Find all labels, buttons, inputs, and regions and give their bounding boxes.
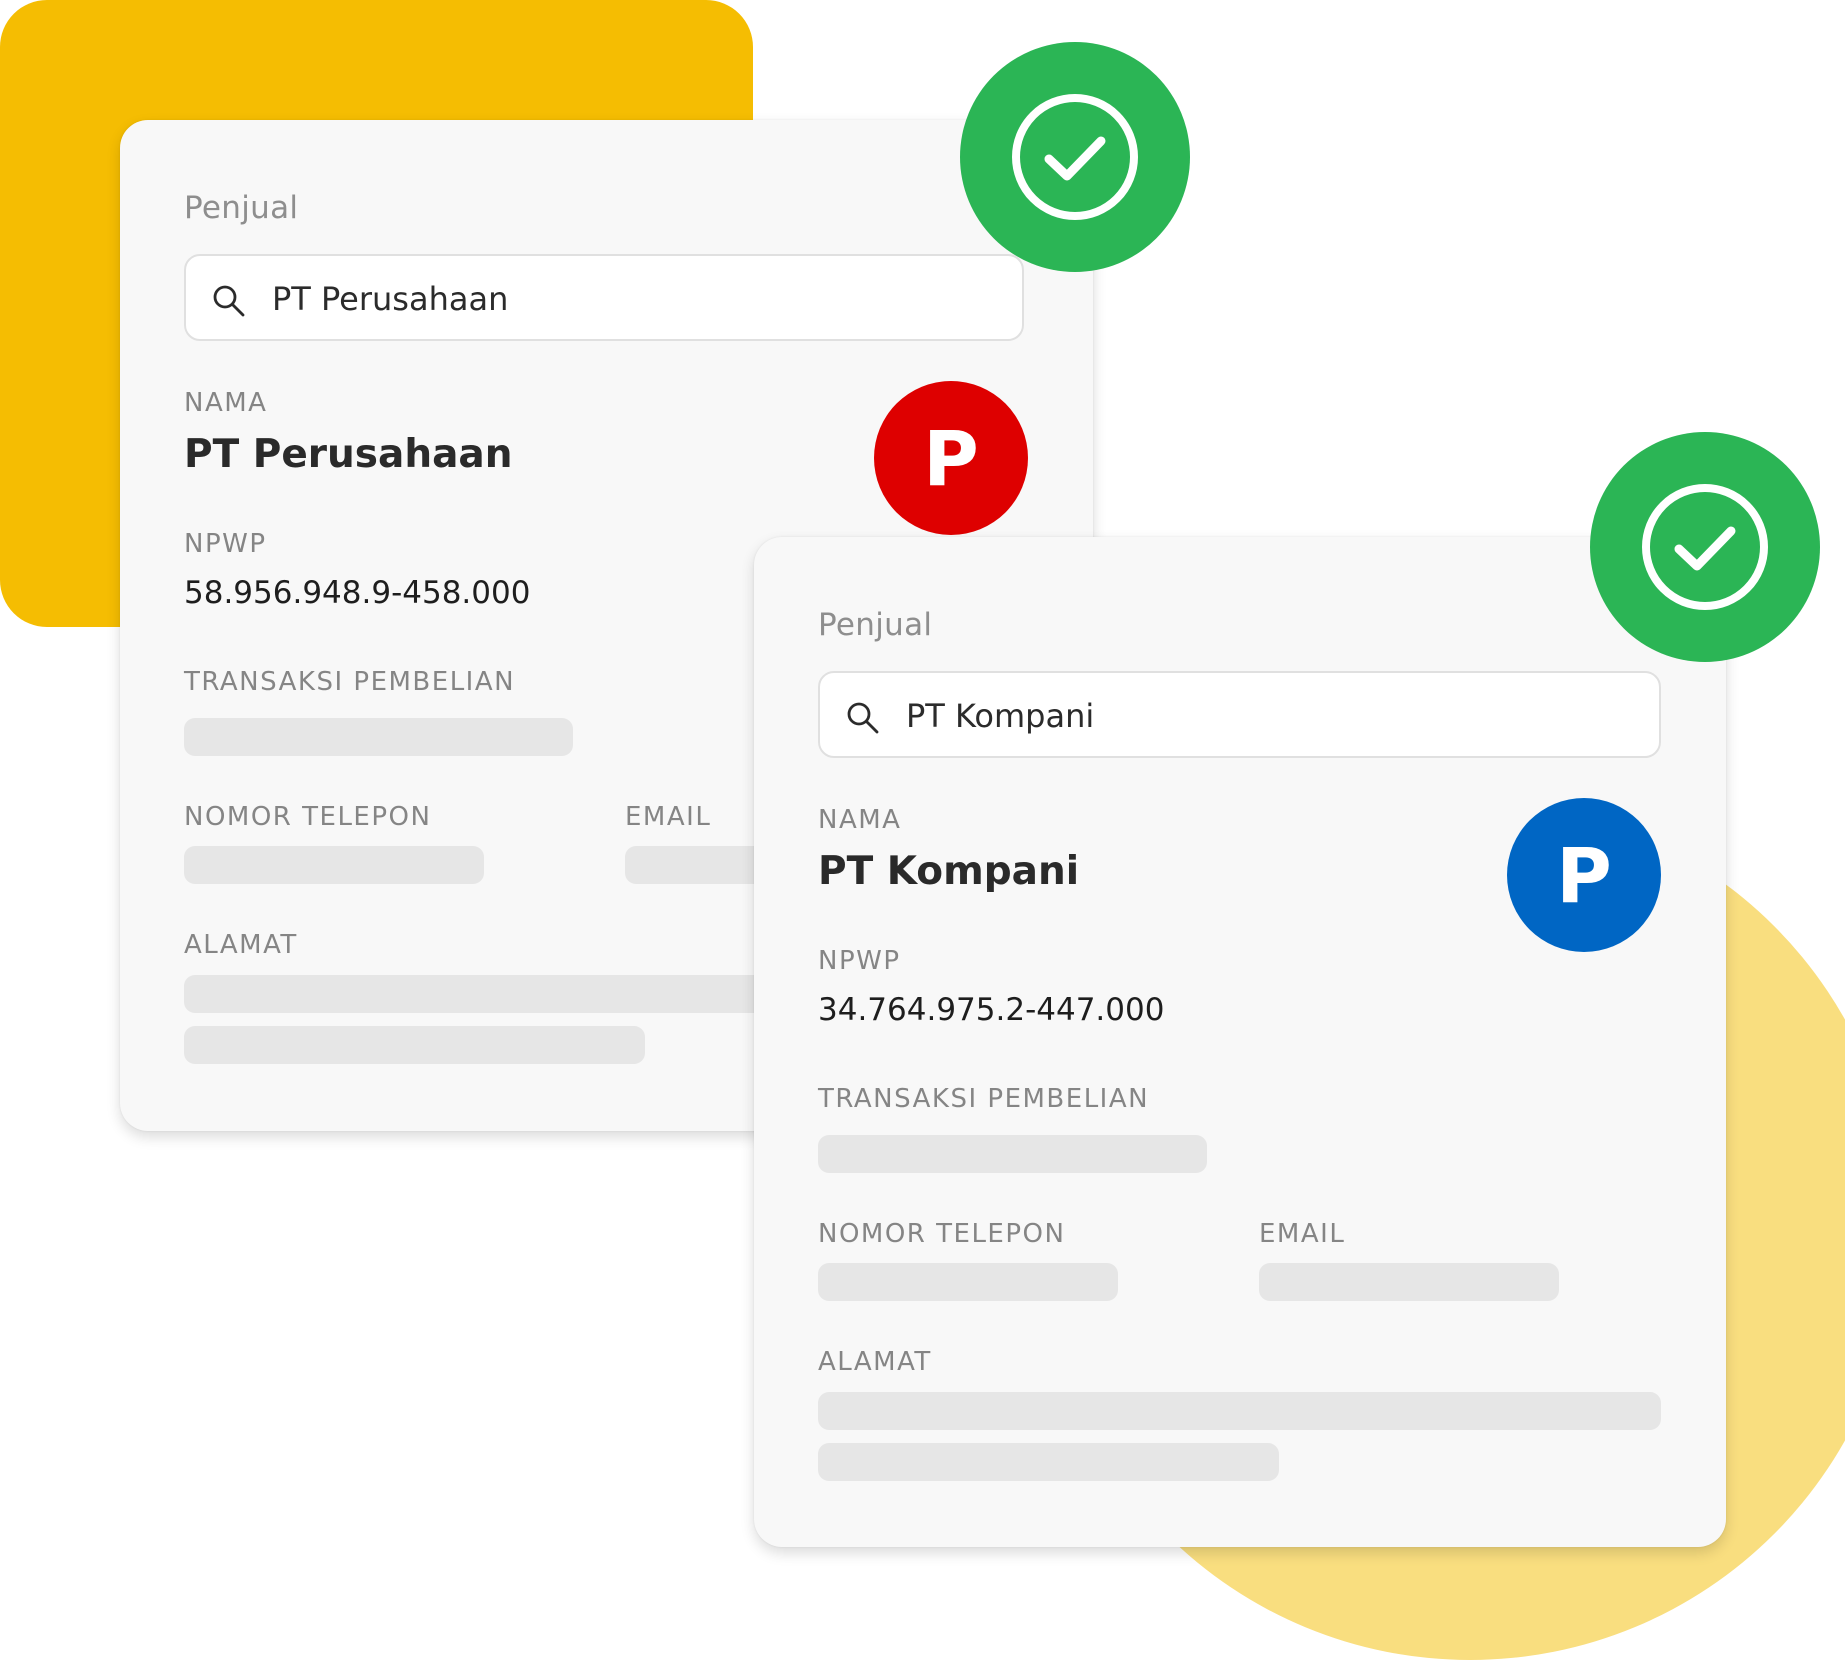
seller-search-field[interactable]: PT Perusahaan bbox=[184, 254, 1024, 341]
email-label: EMAIL bbox=[625, 802, 712, 832]
alamat-label: ALAMAT bbox=[818, 1347, 932, 1377]
transaksi-label: TRANSAKSI PEMBELIAN bbox=[818, 1084, 1150, 1114]
npwp-label: NPWP bbox=[184, 529, 267, 559]
npwp-value: 58.956.948.9-458.000 bbox=[184, 575, 531, 611]
npwp-value: 34.764.975.2-447.000 bbox=[818, 992, 1165, 1028]
nama-label: NAMA bbox=[818, 805, 902, 835]
email-label: EMAIL bbox=[1259, 1219, 1346, 1249]
company-avatar: P bbox=[1507, 798, 1661, 952]
alamat-placeholder-line-2 bbox=[818, 1443, 1279, 1481]
transaksi-label: TRANSAKSI PEMBELIAN bbox=[184, 667, 516, 697]
check-circle-icon bbox=[1012, 94, 1138, 220]
search-icon bbox=[213, 285, 245, 317]
verified-badge-2 bbox=[1590, 432, 1820, 662]
search-icon bbox=[847, 702, 879, 734]
company-name: PT Perusahaan bbox=[184, 432, 513, 477]
telepon-label: NOMOR TELEPON bbox=[184, 802, 432, 832]
seller-search-field[interactable]: PT Kompani bbox=[818, 671, 1661, 758]
telepon-placeholder bbox=[184, 846, 484, 884]
alamat-label: ALAMAT bbox=[184, 930, 298, 960]
seller-card-2: Penjual PT Kompani NAMA PT Kompani P NPW… bbox=[754, 537, 1726, 1547]
company-name: PT Kompani bbox=[818, 849, 1080, 894]
avatar-letter: P bbox=[1556, 830, 1612, 920]
verified-badge-1 bbox=[960, 42, 1190, 272]
npwp-label: NPWP bbox=[818, 946, 901, 976]
telepon-placeholder bbox=[818, 1263, 1118, 1301]
email-placeholder bbox=[1259, 1263, 1559, 1301]
check-circle-icon bbox=[1642, 484, 1768, 610]
company-avatar: P bbox=[874, 381, 1028, 535]
transaksi-placeholder bbox=[818, 1135, 1207, 1173]
section-label: Penjual bbox=[818, 607, 933, 643]
avatar-letter: P bbox=[923, 413, 979, 503]
search-value: PT Kompani bbox=[906, 697, 1095, 735]
section-label: Penjual bbox=[184, 190, 299, 226]
telepon-label: NOMOR TELEPON bbox=[818, 1219, 1066, 1249]
nama-label: NAMA bbox=[184, 388, 268, 418]
alamat-placeholder-line-2 bbox=[184, 1026, 645, 1064]
transaksi-placeholder bbox=[184, 718, 573, 756]
alamat-placeholder-line-1 bbox=[818, 1392, 1661, 1430]
search-value: PT Perusahaan bbox=[272, 280, 509, 318]
